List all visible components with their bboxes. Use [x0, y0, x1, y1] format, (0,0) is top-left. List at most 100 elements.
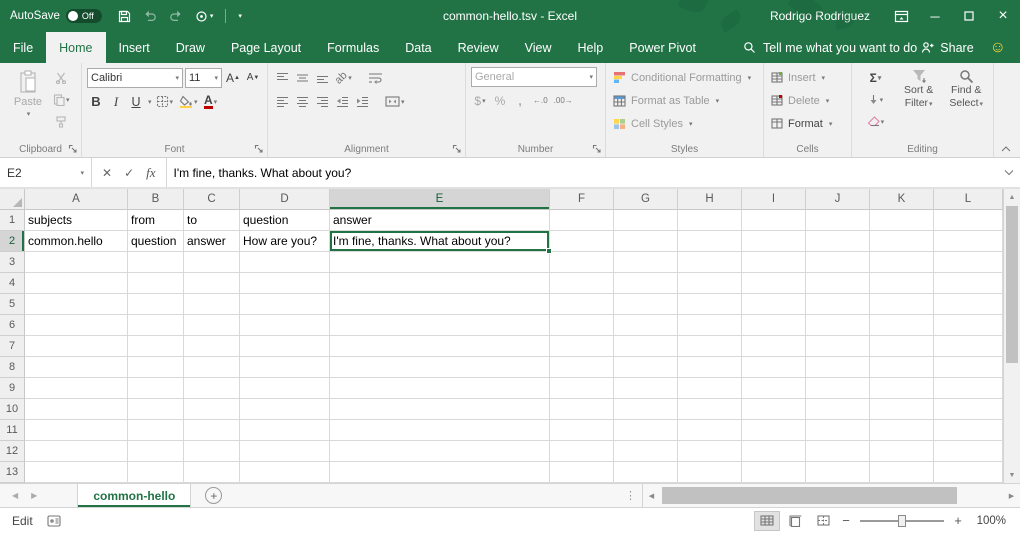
- align-top-button[interactable]: [273, 67, 291, 88]
- cell-F6[interactable]: [550, 315, 614, 336]
- cell-E9[interactable]: [330, 378, 550, 399]
- copy-button[interactable]: ▾: [51, 89, 72, 110]
- cell-C6[interactable]: [184, 315, 240, 336]
- cell-A2[interactable]: common.hello: [25, 231, 128, 252]
- cell-D13[interactable]: [240, 462, 330, 483]
- currency-button[interactable]: $▾: [471, 90, 489, 111]
- minimize-button[interactable]: ─: [918, 0, 952, 32]
- cell-B13[interactable]: [128, 462, 184, 483]
- cell-B2[interactable]: question: [128, 231, 184, 252]
- cell-C9[interactable]: [184, 378, 240, 399]
- row-header-3[interactable]: 3: [0, 252, 25, 273]
- cell-B7[interactable]: [128, 336, 184, 357]
- align-center-button[interactable]: [293, 91, 311, 112]
- cell-C8[interactable]: [184, 357, 240, 378]
- cell-I7[interactable]: [742, 336, 806, 357]
- conditional-formatting-button[interactable]: Conditional Formatting ▾: [611, 67, 759, 88]
- scroll-right-icon[interactable]: ▶: [1003, 492, 1020, 500]
- cell-J2[interactable]: [806, 231, 870, 252]
- cell-F3[interactable]: [550, 252, 614, 273]
- cell-G6[interactable]: [614, 315, 678, 336]
- cell-H8[interactable]: [678, 357, 742, 378]
- feedback-smiley-icon[interactable]: ☺: [990, 32, 1006, 63]
- cell-E8[interactable]: [330, 357, 550, 378]
- insert-function-button[interactable]: fx: [146, 165, 155, 181]
- cell-F4[interactable]: [550, 273, 614, 294]
- number-format-combo[interactable]: General ▾: [471, 67, 597, 87]
- cell-E10[interactable]: [330, 399, 550, 420]
- cell-B4[interactable]: [128, 273, 184, 294]
- enter-button[interactable]: ✓: [124, 166, 134, 180]
- vertical-scroll-track[interactable]: [1004, 205, 1020, 467]
- tab-draw[interactable]: Draw: [163, 32, 218, 63]
- percent-button[interactable]: %: [491, 90, 509, 111]
- cell-G3[interactable]: [614, 252, 678, 273]
- cell-E4[interactable]: [330, 273, 550, 294]
- cell-D4[interactable]: [240, 273, 330, 294]
- cell-G13[interactable]: [614, 462, 678, 483]
- cell-J3[interactable]: [806, 252, 870, 273]
- merge-center-button[interactable]: ▾: [383, 91, 407, 112]
- cell-F2[interactable]: [550, 231, 614, 252]
- tab-view[interactable]: View: [512, 32, 565, 63]
- cell-L2[interactable]: [934, 231, 1003, 252]
- cell-C12[interactable]: [184, 441, 240, 462]
- cell-A9[interactable]: [25, 378, 128, 399]
- font-name-combo[interactable]: Calibri ▾: [87, 68, 183, 88]
- fill-button[interactable]: ▾: [857, 89, 894, 110]
- cell-L13[interactable]: [934, 462, 1003, 483]
- horizontal-scroll-track[interactable]: [660, 484, 1003, 507]
- cell-L9[interactable]: [934, 378, 1003, 399]
- cell-I6[interactable]: [742, 315, 806, 336]
- cell-K11[interactable]: [870, 420, 934, 441]
- align-right-button[interactable]: [313, 91, 331, 112]
- column-header-C[interactable]: C: [184, 189, 240, 210]
- font-color-button[interactable]: A ▾: [202, 91, 220, 112]
- add-sheet-button[interactable]: +: [205, 487, 222, 504]
- cell-F1[interactable]: [550, 210, 614, 231]
- cell-F12[interactable]: [550, 441, 614, 462]
- cell-F7[interactable]: [550, 336, 614, 357]
- italic-button[interactable]: I: [107, 91, 125, 112]
- cell-G11[interactable]: [614, 420, 678, 441]
- sheet-nav-right-icon[interactable]: ▶: [31, 491, 37, 500]
- cell-C13[interactable]: [184, 462, 240, 483]
- format-painter-button[interactable]: [51, 111, 72, 132]
- cell-K6[interactable]: [870, 315, 934, 336]
- tab-file[interactable]: File: [0, 32, 46, 63]
- cell-D11[interactable]: [240, 420, 330, 441]
- cell-A10[interactable]: [25, 399, 128, 420]
- number-dialog-launcher[interactable]: [592, 144, 603, 155]
- column-header-G[interactable]: G: [614, 189, 678, 210]
- undo-button[interactable]: [143, 10, 157, 22]
- cell-C5[interactable]: [184, 294, 240, 315]
- row-header-6[interactable]: 6: [0, 315, 25, 336]
- cell-styles-button[interactable]: Cell Styles ▾: [611, 113, 759, 134]
- formula-input[interactable]: I'm fine, thanks. What about you?: [167, 158, 998, 187]
- row-header-12[interactable]: 12: [0, 441, 25, 462]
- cell-L8[interactable]: [934, 357, 1003, 378]
- tab-scroll-split-handle[interactable]: ⋮: [619, 484, 642, 507]
- column-header-I[interactable]: I: [742, 189, 806, 210]
- font-size-combo[interactable]: 11 ▾: [185, 68, 222, 88]
- cell-E7[interactable]: [330, 336, 550, 357]
- decrease-decimal-button[interactable]: .00→: [552, 90, 575, 111]
- row-header-9[interactable]: 9: [0, 378, 25, 399]
- cell-B1[interactable]: from: [128, 210, 184, 231]
- cell-K8[interactable]: [870, 357, 934, 378]
- cell-A6[interactable]: [25, 315, 128, 336]
- cell-I4[interactable]: [742, 273, 806, 294]
- increase-decimal-button[interactable]: ←.0: [531, 90, 550, 111]
- row-header-1[interactable]: 1: [0, 210, 25, 231]
- cell-C1[interactable]: to: [184, 210, 240, 231]
- cell-A4[interactable]: [25, 273, 128, 294]
- cell-E1[interactable]: answer: [330, 210, 550, 231]
- column-header-K[interactable]: K: [870, 189, 934, 210]
- font-dialog-launcher[interactable]: [254, 144, 265, 155]
- cell-L11[interactable]: [934, 420, 1003, 441]
- cell-J4[interactable]: [806, 273, 870, 294]
- cell-G12[interactable]: [614, 441, 678, 462]
- row-header-13[interactable]: 13: [0, 462, 25, 483]
- cell-K1[interactable]: [870, 210, 934, 231]
- cell-A12[interactable]: [25, 441, 128, 462]
